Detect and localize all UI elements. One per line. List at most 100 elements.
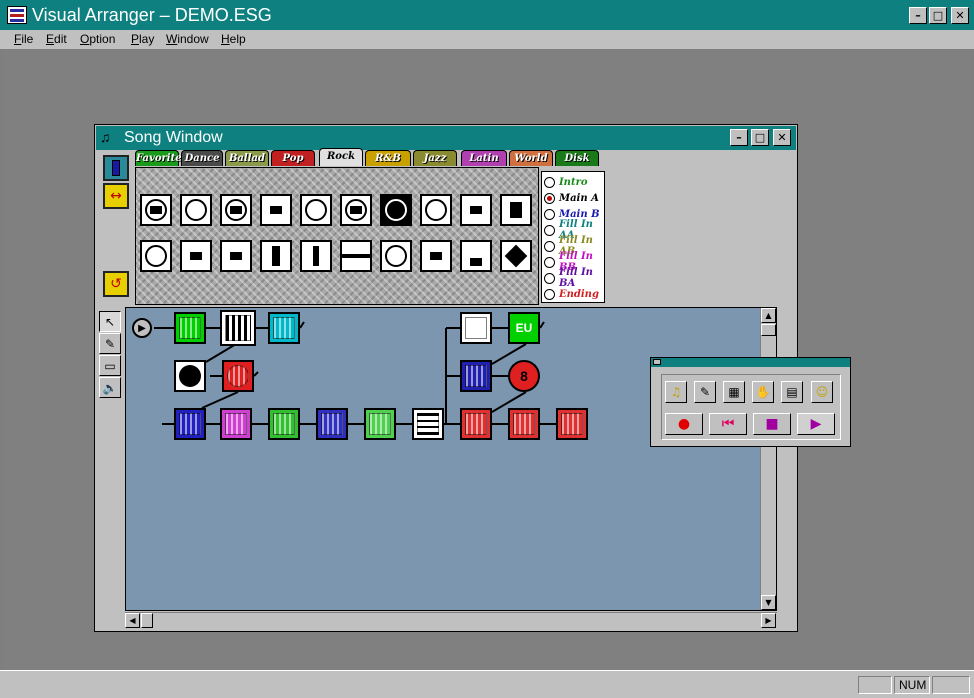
block-keyboard-bw[interactable] bbox=[220, 310, 256, 346]
block-eu-green[interactable]: EU bbox=[508, 312, 540, 344]
hscroll-thumb[interactable] bbox=[141, 613, 153, 628]
menu-edit[interactable]: Edit bbox=[46, 32, 67, 46]
play-button[interactable]: ▶ bbox=[797, 413, 835, 435]
block-keyboard-green[interactable] bbox=[174, 312, 206, 344]
block-face-bw[interactable] bbox=[174, 360, 206, 392]
close-button[interactable]: ✕ bbox=[951, 7, 969, 24]
menu-file[interactable]: File bbox=[14, 32, 33, 46]
menu-help[interactable]: Help bbox=[221, 32, 246, 46]
play-start-button[interactable]: ▶ bbox=[132, 318, 152, 338]
style-tower-icon[interactable] bbox=[260, 240, 292, 272]
style-speakers-icon[interactable] bbox=[180, 240, 212, 272]
block-face-magenta[interactable] bbox=[220, 408, 252, 440]
scroll-up-arrow-icon[interactable]: ▲ bbox=[761, 308, 776, 323]
radio-fill-in-bb[interactable] bbox=[544, 256, 555, 268]
stop-button[interactable]: ■ bbox=[753, 413, 791, 435]
scroll-left-arrow-icon[interactable]: ◀ bbox=[125, 613, 140, 628]
block-totem-bw[interactable] bbox=[412, 408, 444, 440]
arrangement-area[interactable]: ▶ EU 8 ▲ ▼ bbox=[125, 307, 777, 611]
record-button[interactable]: ● bbox=[665, 413, 703, 435]
pointer-tool-button[interactable]: ↖ bbox=[99, 311, 121, 332]
hand-tool-button[interactable]: ✋ bbox=[752, 381, 774, 403]
part-intro[interactable]: Intro bbox=[544, 174, 604, 190]
style-cactus-icon[interactable] bbox=[300, 240, 332, 272]
style-fist-icon[interactable] bbox=[380, 194, 412, 226]
block-face-green[interactable] bbox=[364, 408, 396, 440]
chord-tool-button[interactable]: ♫ bbox=[665, 381, 687, 403]
app-icon[interactable] bbox=[7, 6, 27, 24]
block-face-blue[interactable] bbox=[174, 408, 206, 440]
song-close-button[interactable]: ✕ bbox=[773, 129, 791, 146]
grid-tool-button[interactable]: ▦ bbox=[723, 381, 745, 403]
block-face-red[interactable] bbox=[222, 360, 254, 392]
split-tool-button[interactable]: ↔ bbox=[103, 183, 129, 209]
tab-latin[interactable]: Latin bbox=[461, 150, 507, 166]
scroll-right-arrow-icon[interactable]: ▶ bbox=[761, 613, 776, 628]
block-guitar-blue[interactable] bbox=[316, 408, 348, 440]
tab-favorite[interactable]: Favorite bbox=[135, 150, 182, 166]
eraser-tool-button[interactable]: ▭ bbox=[99, 355, 121, 376]
style-heart-guitar-icon[interactable] bbox=[140, 240, 172, 272]
tab-disk[interactable]: Disk bbox=[555, 150, 599, 166]
style-boombox-face-icon[interactable] bbox=[420, 240, 452, 272]
radio-main-a[interactable] bbox=[544, 192, 555, 204]
minimize-button[interactable]: – bbox=[909, 7, 927, 24]
block-bird-bw[interactable] bbox=[460, 312, 492, 344]
radio-intro[interactable] bbox=[544, 176, 555, 188]
menu-option[interactable]: Option bbox=[80, 32, 115, 46]
style-castle-icon[interactable] bbox=[500, 194, 532, 226]
radio-main-b[interactable] bbox=[544, 208, 555, 220]
style-devil-face-icon[interactable] bbox=[180, 194, 212, 226]
style-monster-face-icon[interactable] bbox=[220, 194, 252, 226]
style-dice-icon[interactable] bbox=[500, 240, 532, 272]
part-main-a[interactable]: Main A bbox=[544, 190, 604, 206]
radio-fill-in-ab[interactable] bbox=[544, 240, 555, 252]
maximize-button[interactable]: □ bbox=[929, 7, 947, 24]
loop-tool-button[interactable]: ↺ bbox=[103, 271, 129, 297]
transport-close-button[interactable] bbox=[653, 359, 661, 365]
radio-ending[interactable] bbox=[544, 288, 555, 300]
block-boombox-red-3[interactable] bbox=[556, 408, 588, 440]
smiley-tool-button[interactable]: ☺ bbox=[811, 381, 833, 403]
block-boombox-red-1[interactable] bbox=[460, 408, 492, 440]
style-sunset-icon[interactable] bbox=[460, 240, 492, 272]
tab-ballad[interactable]: Ballad bbox=[225, 150, 269, 166]
song-window-titlebar[interactable]: ♫ Song Window – □ ✕ bbox=[96, 126, 796, 150]
piano-tool-button[interactable]: ▤ bbox=[781, 381, 803, 403]
style-union-flag-icon[interactable] bbox=[340, 240, 372, 272]
block-guitar-green[interactable] bbox=[268, 408, 300, 440]
tab-rbrr[interactable]: R&B R&R bbox=[365, 150, 411, 179]
style-grin-face-icon[interactable] bbox=[300, 194, 332, 226]
style-shield-face-icon[interactable] bbox=[420, 194, 452, 226]
style-skull-crossbones-icon[interactable] bbox=[340, 194, 372, 226]
block-boombox-red-2[interactable] bbox=[508, 408, 540, 440]
style-punk-face-icon[interactable] bbox=[460, 194, 492, 226]
tab-jazz[interactable]: Jazz bbox=[413, 150, 457, 166]
tab-rock[interactable]: Rock bbox=[319, 148, 363, 166]
tab-world[interactable]: World bbox=[509, 150, 553, 166]
block-keyboard-cyan[interactable] bbox=[268, 312, 300, 344]
pencil-tool-button[interactable]: ✎ bbox=[99, 333, 121, 354]
transport-titlebar[interactable] bbox=[651, 358, 850, 367]
tab-dance[interactable]: Dance bbox=[181, 150, 223, 166]
info-tool-button[interactable] bbox=[103, 155, 129, 181]
song-minimize-button[interactable]: – bbox=[730, 129, 748, 146]
part-ending[interactable]: Ending bbox=[544, 286, 604, 302]
radio-fill-in-ba[interactable] bbox=[544, 272, 555, 284]
scroll-thumb[interactable] bbox=[761, 324, 776, 336]
menu-play[interactable]: Play bbox=[131, 32, 154, 46]
style-skull-guitar-icon[interactable] bbox=[140, 194, 172, 226]
radio-fill-in-aa[interactable] bbox=[544, 224, 555, 236]
style-house-face-icon[interactable] bbox=[220, 240, 252, 272]
tab-pop[interactable]: Pop bbox=[271, 150, 315, 166]
speaker-tool-button[interactable]: 🔈 bbox=[99, 377, 121, 398]
arrangement-hscrollbar[interactable]: ◀ ▶ bbox=[125, 612, 777, 628]
feather-tool-button[interactable]: ✎ bbox=[694, 381, 716, 403]
style-dragon-face-icon[interactable] bbox=[260, 194, 292, 226]
style-peace-sign-icon[interactable] bbox=[380, 240, 412, 272]
song-maximize-button[interactable]: □ bbox=[751, 129, 769, 146]
block-house-blue[interactable] bbox=[460, 360, 492, 392]
rewind-button[interactable]: ⏮ bbox=[709, 413, 747, 435]
app-titlebar[interactable]: Visual Arranger – DEMO.ESG – □ ✕ bbox=[0, 0, 974, 30]
part-fill-in-ba[interactable]: Fill In BA bbox=[544, 267, 604, 289]
